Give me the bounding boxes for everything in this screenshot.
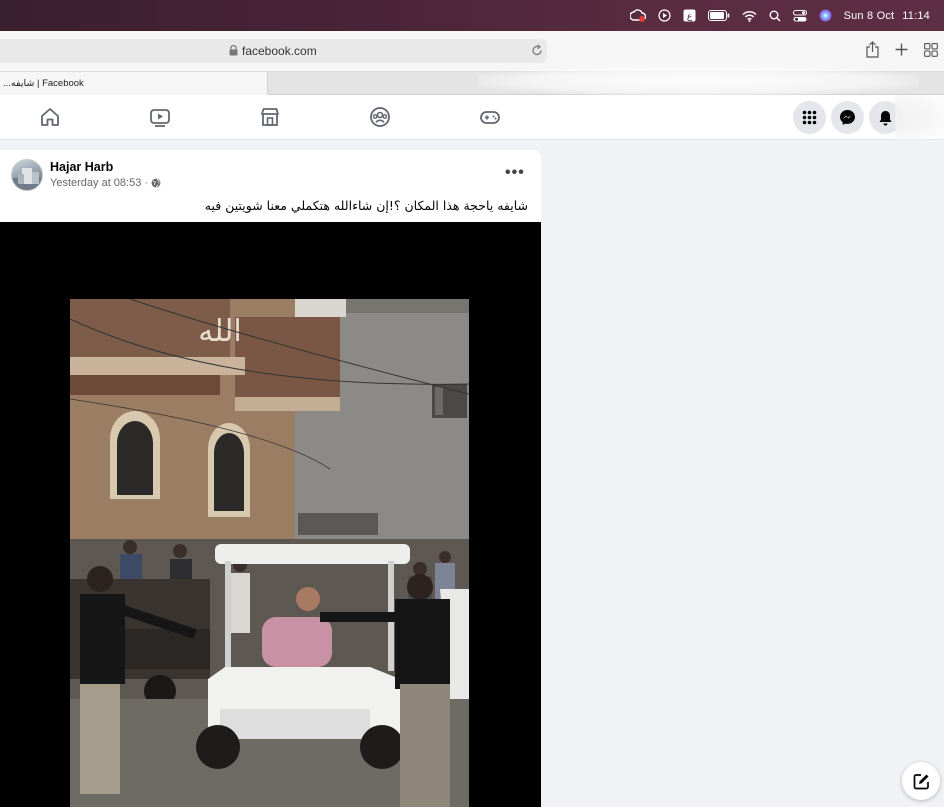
post-author[interactable]: Hajar Harb	[50, 160, 113, 174]
notifications-icon	[879, 110, 892, 125]
post-photo[interactable]: الله	[70, 299, 469, 807]
tab-bar: ...شايفه | Facebook	[0, 66, 944, 96]
control-center-icon[interactable]	[792, 0, 807, 31]
blurred-area	[478, 66, 918, 96]
home-icon[interactable]	[39, 106, 61, 128]
new-message-button[interactable]	[902, 762, 940, 800]
menu-grid-icon	[802, 110, 817, 125]
tab-facebook[interactable]: ...شايفه | Facebook	[0, 72, 268, 95]
marketplace-icon[interactable]	[259, 106, 281, 128]
tab-overview-icon[interactable]	[924, 43, 938, 57]
play-icon[interactable]	[657, 0, 671, 31]
lock-icon	[229, 45, 238, 56]
menubar-date: Sun 8 Oct	[843, 9, 895, 22]
search-icon[interactable]	[769, 0, 781, 31]
meta-separator: ·	[144, 177, 149, 189]
post-meta: Yesterday at 08:53 ·	[50, 177, 161, 189]
facebook-nav	[0, 95, 944, 140]
creative-cloud-icon[interactable]	[629, 0, 646, 31]
macos-menubar: ع Sun 8 Oct 11:14	[0, 0, 944, 31]
new-tab-icon[interactable]	[895, 43, 908, 56]
reload-icon[interactable]	[531, 44, 543, 57]
battery-icon[interactable]	[707, 0, 730, 31]
post-media[interactable]: الله	[0, 222, 541, 807]
blurred-area	[895, 95, 944, 140]
menubar-time: 11:14	[902, 9, 930, 22]
post-text: شايفه ياحجة هذا المكان ؟!إن شاءالله هتكم…	[204, 198, 528, 213]
tab-title: ...شايفه | Facebook	[3, 78, 84, 89]
share-icon[interactable]	[866, 41, 879, 58]
globe-icon	[151, 178, 161, 188]
wifi-icon[interactable]	[742, 0, 757, 31]
groups-icon[interactable]	[369, 106, 391, 128]
menubar-clock[interactable]: Sun 8 Oct 11:14	[844, 10, 930, 22]
post-timestamp[interactable]: Yesterday at 08:53	[50, 177, 141, 189]
menu-button[interactable]	[793, 101, 826, 134]
gaming-icon[interactable]	[479, 106, 501, 128]
siri-icon[interactable]	[819, 0, 832, 31]
video-icon[interactable]	[149, 106, 171, 128]
more-options-icon[interactable]: •••	[505, 164, 525, 182]
post-card: Hajar Harb Yesterday at 08:53 · ••• شايف…	[0, 150, 541, 807]
translate-icon[interactable]: ع	[683, 0, 696, 31]
svg-text:ع: ع	[686, 12, 692, 22]
avatar[interactable]	[11, 159, 43, 191]
messenger-button[interactable]	[831, 101, 864, 134]
address-bar[interactable]: facebook.com	[0, 39, 547, 63]
messenger-icon	[840, 110, 855, 125]
compose-icon	[913, 773, 929, 789]
url-text: facebook.com	[242, 44, 317, 58]
